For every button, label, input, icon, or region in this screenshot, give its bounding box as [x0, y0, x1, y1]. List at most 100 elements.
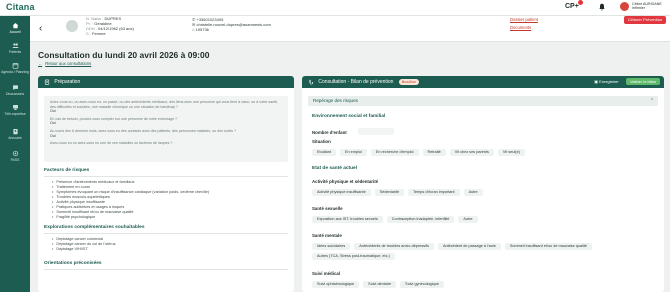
- option-chip[interactable]: Vit chez ses parents: [449, 149, 494, 156]
- env-title: Environnement social et familial: [312, 114, 386, 119]
- sexual-options: Exposition aux IST, troubles sexuels Con…: [312, 216, 657, 223]
- calendar-icon: [12, 63, 18, 69]
- documents-link[interactable]: Documents: [510, 25, 531, 30]
- prep-question: Aviez-vous eu, ou avez-vous eu, un passé…: [50, 100, 279, 109]
- medical-options: Suivi ophtalmologique Suivi dentaire Sui…: [312, 281, 657, 288]
- option-chip[interactable]: Idées suicidaires: [312, 243, 351, 250]
- option-chip[interactable]: Antécédent de passage à l'acte: [437, 243, 501, 250]
- notification-dot: [577, 0, 583, 5]
- sidebar-item-pass[interactable]: PASS: [0, 150, 30, 162]
- bilan-title: Consultation - Bilan de prévention: [318, 79, 394, 85]
- option-chip[interactable]: Suivi ophtalmologique: [312, 281, 360, 288]
- option-chip[interactable]: Suivi dentaire: [363, 281, 397, 288]
- preparation-title: Préparation: [54, 79, 81, 85]
- option-chip[interactable]: Vit seul(e): [497, 149, 525, 156]
- option-chip[interactable]: Suivi gynécologique: [400, 281, 444, 288]
- save-label: Enregistrer: [599, 79, 619, 84]
- option-chip[interactable]: Sédentarité: [374, 189, 405, 196]
- patient-header: ‹ N. Naiss : DUPRES Pr. : Géraldine DDN …: [30, 16, 670, 42]
- sidebar-item-label: Annuaire: [8, 136, 22, 140]
- patient-code: 195736: [195, 27, 209, 32]
- activity-title: Activité physique et sédentarité: [312, 179, 379, 184]
- clipboard-icon: [44, 79, 50, 85]
- sidebar-item-patients[interactable]: Patients: [0, 42, 30, 54]
- preparation-panel: Préparation Aviez-vous eu, ou avez-vous …: [38, 76, 294, 292]
- children-input[interactable]: [358, 128, 394, 135]
- option-chip[interactable]: Contraception inadaptée, infertilité: [386, 216, 455, 223]
- risk-factors-title: Facteurs de risques: [44, 168, 90, 173]
- directory-icon: [12, 129, 18, 135]
- patient-avatar: [66, 20, 78, 32]
- cp-plus-button[interactable]: CP+: [565, 0, 583, 10]
- home-icon: [12, 23, 18, 29]
- stethoscope-icon: [309, 79, 314, 85]
- chevron-up-icon: ⌃: [649, 98, 654, 104]
- exams-list: Dépistage cancer colorectal Dépistage ca…: [52, 237, 115, 252]
- cloturer-prevention-button[interactable]: Clôturer Prévention: [624, 16, 666, 24]
- sidebar: Accueil Patients Agenda / Planning Discu…: [0, 16, 30, 292]
- preparation-header: Préparation: [38, 76, 294, 88]
- situation-options: Etudiant En emploi En recherche d'emploi…: [312, 149, 657, 156]
- option-chip[interactable]: Antécédents de troubles anxio-dépressifs: [354, 243, 434, 250]
- preparation-answers: Aviez-vous eu, ou avez-vous eu, un passé…: [44, 96, 288, 162]
- id-icon: ⌂: [192, 27, 195, 32]
- option-chip[interactable]: Activité physique insuffisante: [312, 189, 371, 196]
- back-to-consultations-link[interactable]: ← Retour aux consultations: [38, 61, 91, 66]
- prep-question: Avez-vous eu ou avez-vous eu une de ces …: [50, 141, 173, 146]
- user-role: Infirmier: [632, 6, 645, 10]
- option-chip[interactable]: Retraité: [422, 149, 446, 156]
- prep-answer: Oui: [50, 133, 56, 138]
- arrow-left-icon: ←: [38, 61, 43, 66]
- user-info[interactable]: Céline AURIGANE Infirmier: [632, 2, 662, 10]
- option-chip[interactable]: Autres (TCA, Stress post-traumatique, et…: [312, 253, 395, 260]
- sex-label: S :: [86, 31, 91, 36]
- option-chip[interactable]: Autre: [463, 189, 483, 196]
- exams-title: Explorations complémentaires souhaitable…: [44, 225, 145, 230]
- validate-button[interactable]: Valider le bilan: [626, 78, 660, 86]
- save-button[interactable]: ▣ Enregistrer: [594, 76, 618, 88]
- option-chip[interactable]: Etudiant: [312, 149, 336, 156]
- sexual-title: Santé sexuelle: [312, 206, 343, 211]
- bilan-actions: ▣ Enregistrer Valider le bilan: [594, 76, 660, 88]
- risk-section-label: Repérage des risques: [313, 98, 358, 103]
- health-title: Etat de santé actuel: [312, 166, 358, 171]
- option-chip[interactable]: Temps d'écran important: [408, 189, 460, 196]
- risk-section-toggle[interactable]: Repérage des risques ⌃: [308, 96, 658, 106]
- sidebar-item-agenda[interactable]: Agenda / Planning: [0, 62, 30, 74]
- sidebar-item-discussions[interactable]: Discussions: [0, 84, 30, 96]
- expertise-icon: [12, 105, 18, 110]
- list-item: Fragilité psychologique: [52, 215, 209, 220]
- option-chip[interactable]: Sommeil insuffisant et/ou de mauvaise qu…: [504, 243, 592, 250]
- chat-icon: [12, 85, 18, 91]
- cp-plus-label: CP+: [565, 3, 579, 10]
- bell-icon[interactable]: [598, 3, 606, 11]
- activity-options: Activité physique insuffisante Sédentari…: [312, 189, 657, 196]
- prep-answer: Oui: [50, 109, 56, 114]
- back-arrow-icon[interactable]: ‹: [39, 23, 42, 34]
- divider: [44, 233, 288, 234]
- dossier-patient-link[interactable]: Dossier patient: [510, 17, 538, 22]
- mental-options: Idées suicidaires Antécédents de trouble…: [312, 243, 657, 260]
- sidebar-item-accueil[interactable]: Accueil: [0, 22, 30, 34]
- sidebar-item-annuaire[interactable]: Annuaire: [0, 128, 30, 140]
- option-chip[interactable]: En emploi: [339, 149, 367, 156]
- patient-sex: Femme: [92, 31, 106, 36]
- page-title: Consultation du lundi 20 avril 2026 à 09…: [38, 50, 210, 60]
- option-chip[interactable]: En recherche d'emploi: [370, 149, 419, 156]
- situation-label: Situation: [312, 139, 331, 144]
- sidebar-item-tele-expertise[interactable]: Télé-expertise: [0, 104, 30, 116]
- sidebar-item-label: Télé-expertise: [4, 112, 26, 116]
- option-chip[interactable]: Exposition aux IST, troubles sexuels: [312, 216, 383, 223]
- orientations-title: Orientations préconisées: [44, 261, 102, 266]
- option-chip[interactable]: Autre: [458, 216, 478, 223]
- children-label: Nombre d'enfant: [312, 130, 347, 135]
- users-icon: [12, 43, 18, 48]
- app-logo[interactable]: Citana: [6, 2, 35, 12]
- user-avatar[interactable]: [620, 2, 629, 11]
- back-link-label: Retour aux consultations: [45, 61, 92, 66]
- prep-answer: Oui: [50, 121, 56, 126]
- sidebar-item-label: PASS: [10, 158, 20, 162]
- sidebar-item-label: Discussions: [5, 92, 25, 96]
- pass-icon: [12, 150, 18, 157]
- risk-factors-list: Présence d'antécédents médicaux et famil…: [52, 180, 209, 220]
